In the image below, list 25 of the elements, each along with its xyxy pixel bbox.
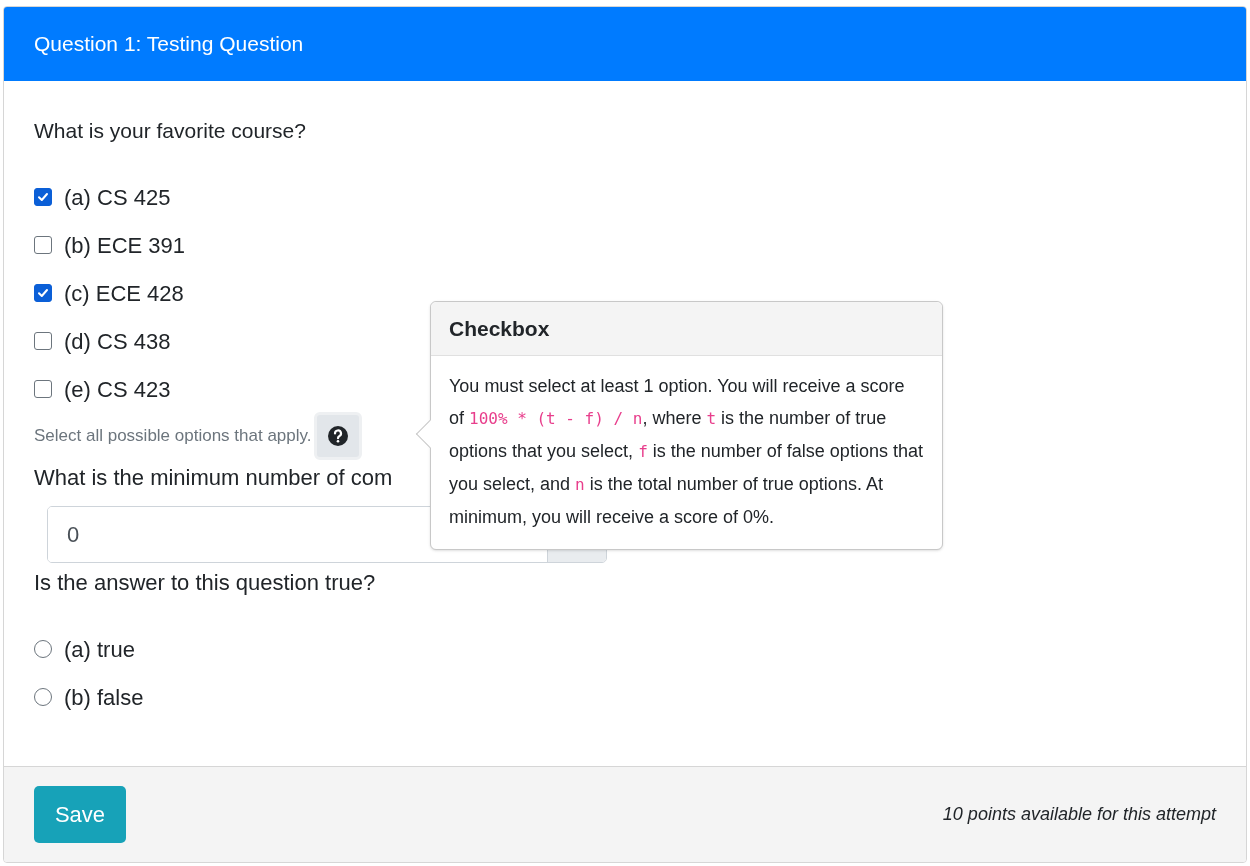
- question-prompt: Is the answer to this question true?: [34, 569, 377, 597]
- checkbox[interactable]: [34, 380, 52, 398]
- option-label: (e) CS 423: [64, 375, 171, 404]
- option-label: (b) false: [64, 683, 144, 712]
- question-title: Question 1: Testing Question: [34, 31, 304, 58]
- option-label: (d) CS 438: [64, 327, 171, 356]
- option-label: (a) true: [64, 635, 135, 664]
- option-label: (c) ECE 428: [64, 279, 184, 308]
- checkbox[interactable]: [34, 188, 52, 206]
- checkbox[interactable]: [34, 332, 52, 350]
- radio-button[interactable]: [34, 688, 52, 706]
- checkbox[interactable]: [34, 284, 52, 302]
- option-label: (b) ECE 391: [64, 231, 186, 260]
- points-note: 10 points available for this attempt: [942, 803, 1216, 826]
- popover-title: Checkbox: [449, 315, 550, 342]
- help-button[interactable]: [313, 412, 362, 460]
- hint-text: Select all possible options that apply.: [34, 425, 312, 448]
- check-icon: [37, 287, 49, 299]
- question-prompt: What is your favorite course?: [34, 118, 307, 144]
- question-prompt: What is the minimum number of com: [34, 464, 393, 492]
- help-icon: [327, 426, 348, 446]
- option-label: (a) CS 425: [64, 183, 171, 212]
- radio-button[interactable]: [34, 640, 52, 658]
- check-icon: [37, 191, 49, 203]
- checkbox[interactable]: [34, 236, 52, 254]
